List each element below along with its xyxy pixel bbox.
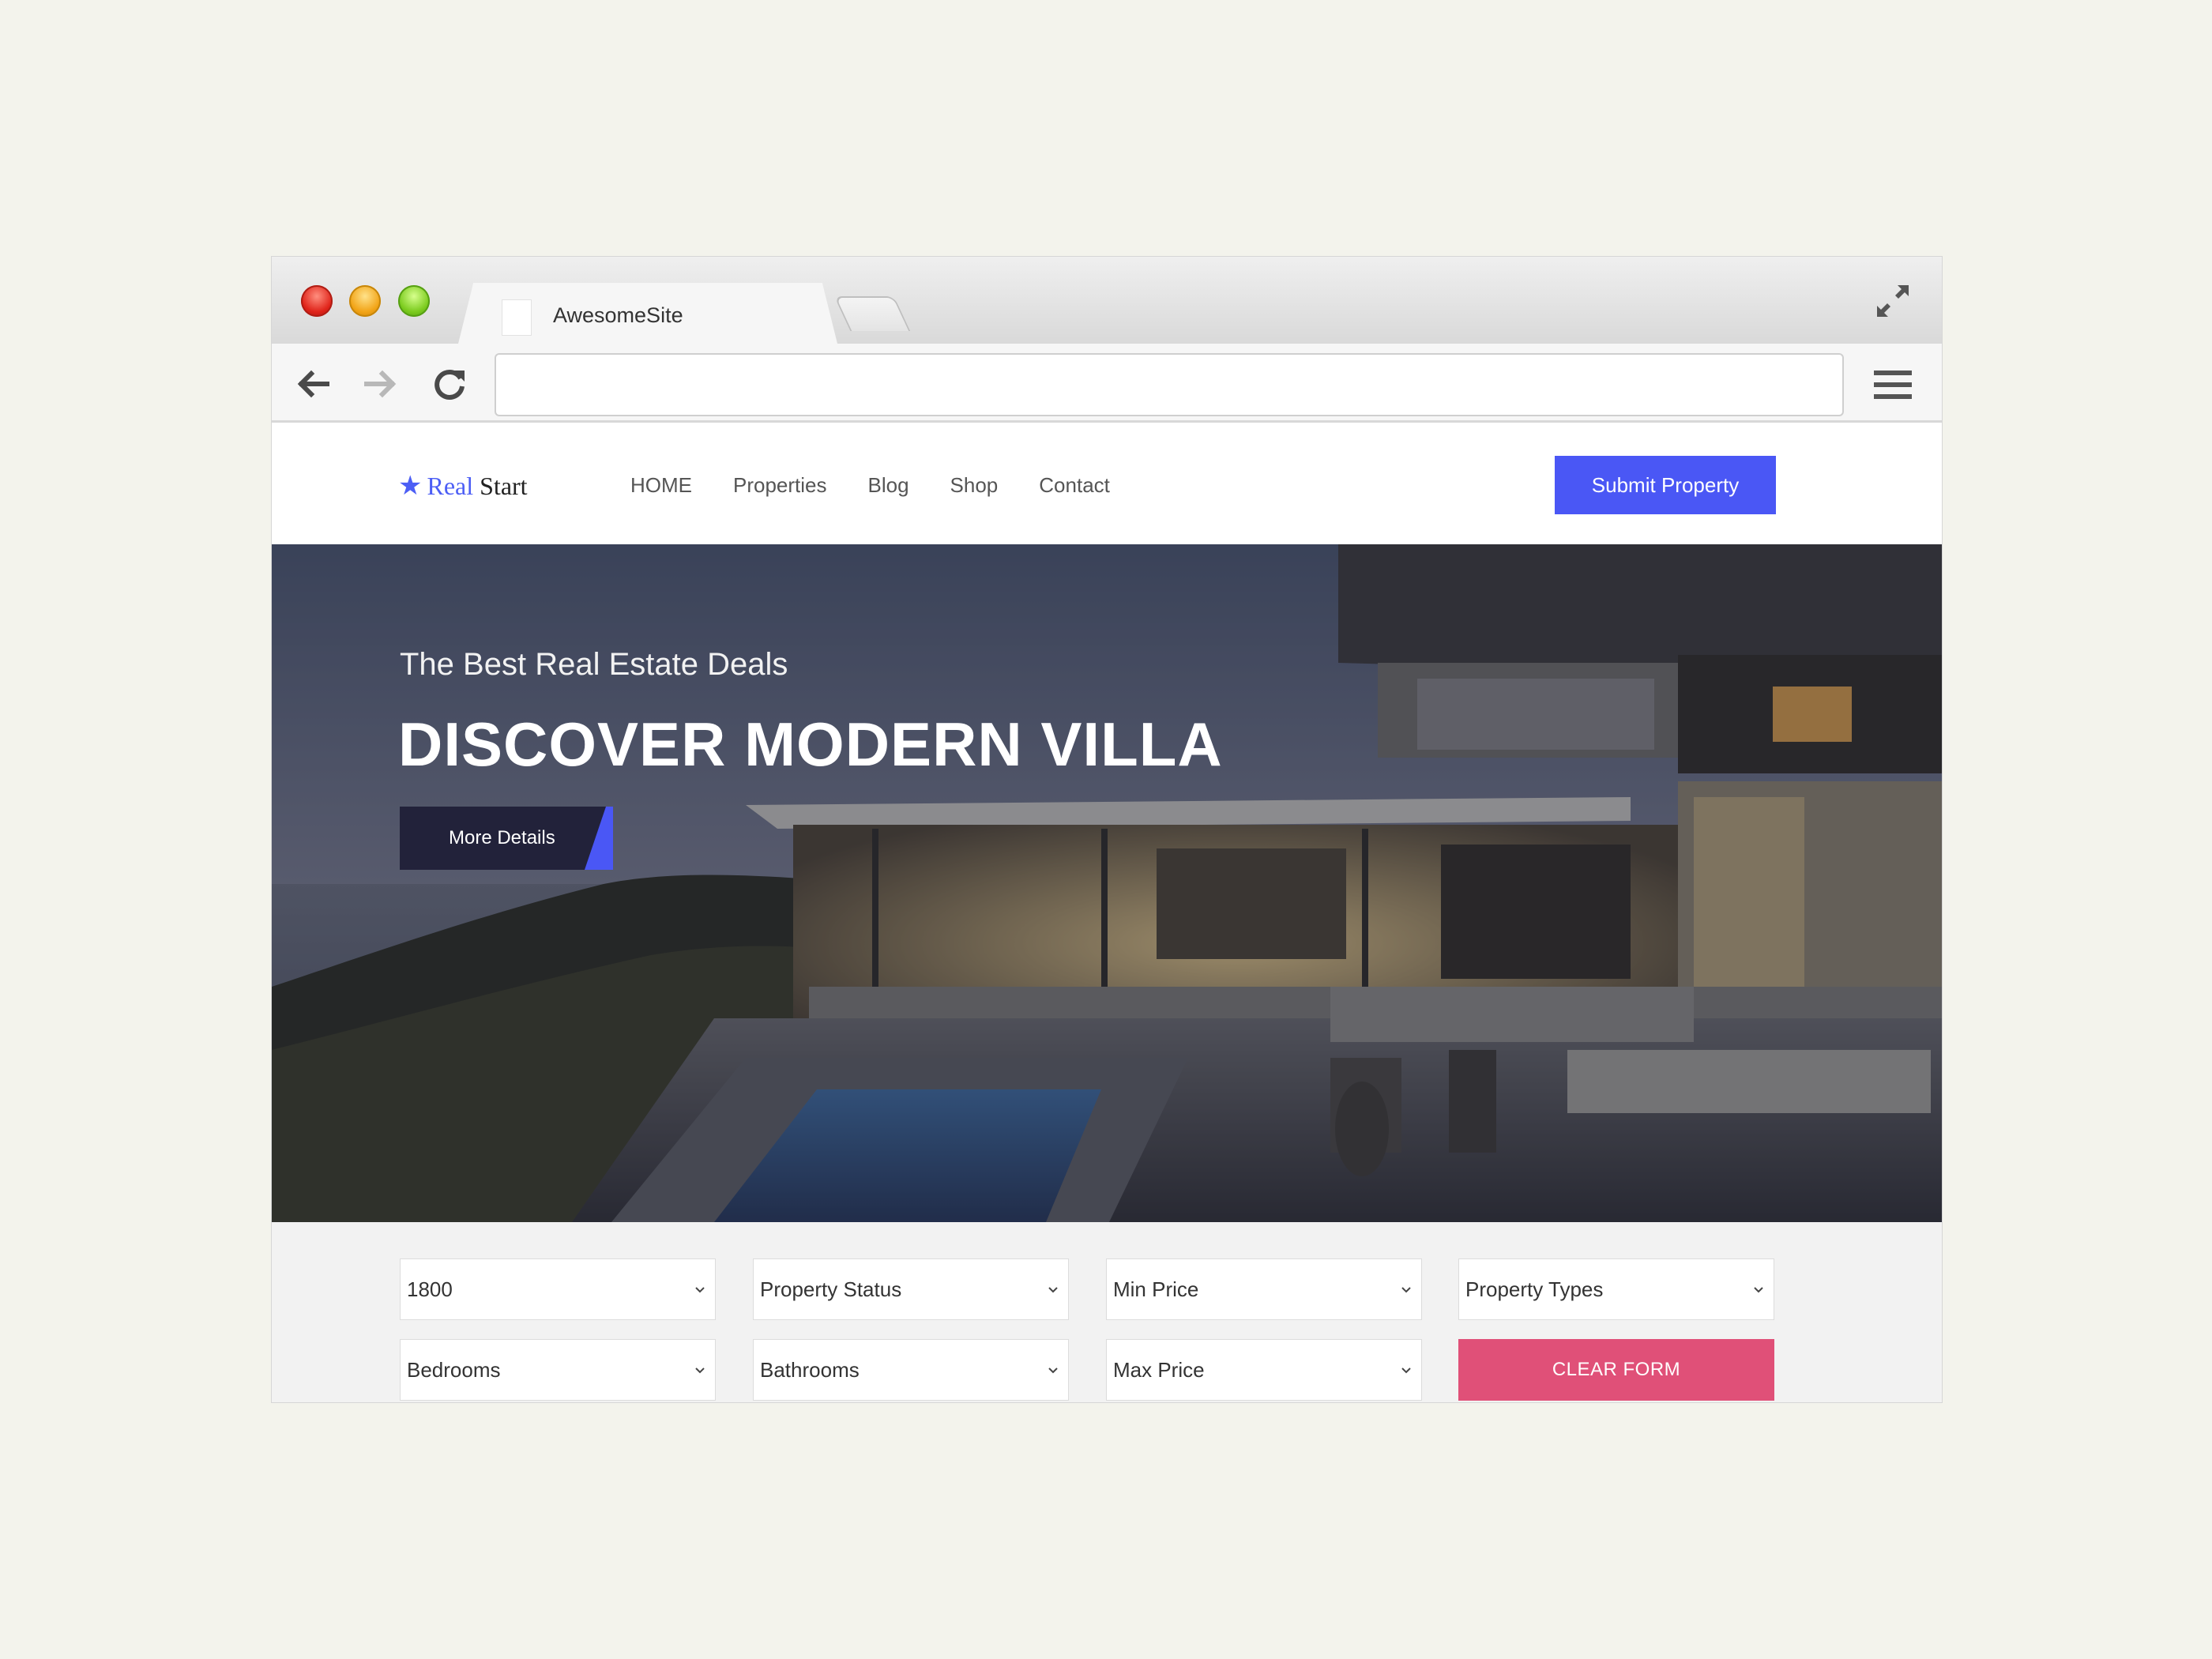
hero-title: DISCOVER MODERN VILLA: [398, 709, 1223, 779]
hero-subtitle: The Best Real Estate Deals: [400, 647, 788, 682]
browser-titlebar: AwesomeSite ×: [272, 257, 1942, 344]
main-nav: HOME Properties Blog Shop Contact: [630, 473, 1110, 498]
forward-arrow-icon[interactable]: [360, 364, 400, 404]
logo-text-secondary: Start: [480, 471, 528, 500]
browser-tab[interactable]: AwesomeSite: [458, 283, 837, 344]
bathrooms-select[interactable]: Bathrooms: [753, 1339, 1069, 1401]
nav-home[interactable]: HOME: [630, 473, 692, 498]
favicon-icon: [502, 300, 531, 335]
star-icon: ★: [398, 472, 423, 501]
nav-properties[interactable]: Properties: [733, 473, 827, 498]
chevron-down-icon: [1048, 1287, 1058, 1293]
property-status-value: Property Status: [760, 1277, 902, 1301]
bedrooms-select[interactable]: Bedrooms: [400, 1339, 716, 1401]
logo-text-primary: Real: [427, 471, 474, 500]
site-header: ★ Real Start HOME Properties Blog Shop C…: [272, 438, 1942, 541]
fullscreen-icon[interactable]: [1874, 282, 1912, 320]
min-price-value: Min Price: [1113, 1277, 1199, 1301]
hamburger-menu-icon[interactable]: [1874, 367, 1915, 402]
nav-blog[interactable]: Blog: [868, 473, 909, 498]
hero-banner: The Best Real Estate Deals DISCOVER MODE…: [272, 544, 1942, 1222]
chevron-down-icon: [695, 1367, 705, 1374]
tab-title: AwesomeSite: [553, 303, 683, 327]
chevron-down-icon: [1048, 1367, 1058, 1374]
submit-property-button[interactable]: Submit Property: [1555, 456, 1776, 514]
area-select-value: 1800: [407, 1277, 453, 1301]
browser-toolbar: [272, 344, 1942, 423]
max-price-select[interactable]: Max Price: [1106, 1339, 1422, 1401]
close-window-button[interactable]: [301, 285, 333, 317]
chevron-down-icon: [695, 1287, 705, 1293]
area-select[interactable]: 1800: [400, 1258, 716, 1320]
nav-contact[interactable]: Contact: [1039, 473, 1110, 498]
property-types-value: Property Types: [1465, 1277, 1604, 1301]
property-search-form: 1800 Property Status Min Price Property …: [272, 1222, 1942, 1402]
property-types-select[interactable]: Property Types: [1458, 1258, 1774, 1320]
clear-form-button[interactable]: CLEAR FORM: [1458, 1339, 1774, 1401]
reload-icon[interactable]: [430, 364, 469, 404]
bedrooms-value: Bedrooms: [407, 1357, 501, 1382]
site-logo[interactable]: ★ Real Start: [398, 470, 528, 502]
min-price-select[interactable]: Min Price: [1106, 1258, 1422, 1320]
villa-photo: [272, 544, 1942, 1222]
new-tab-button[interactable]: [833, 296, 911, 331]
more-details-button[interactable]: More Details: [400, 807, 613, 870]
minimize-window-button[interactable]: [349, 285, 381, 317]
browser-window: AwesomeSite × ★: [272, 257, 1942, 1402]
address-bar[interactable]: [495, 353, 1844, 416]
chevron-down-icon: [1401, 1287, 1411, 1293]
maximize-window-button[interactable]: [398, 285, 430, 317]
back-arrow-icon[interactable]: [294, 364, 333, 404]
property-status-select[interactable]: Property Status: [753, 1258, 1069, 1320]
bathrooms-value: Bathrooms: [760, 1357, 860, 1382]
chevron-down-icon: [1401, 1367, 1411, 1374]
nav-shop[interactable]: Shop: [950, 473, 999, 498]
chevron-down-icon: [1754, 1287, 1763, 1293]
max-price-value: Max Price: [1113, 1357, 1205, 1382]
